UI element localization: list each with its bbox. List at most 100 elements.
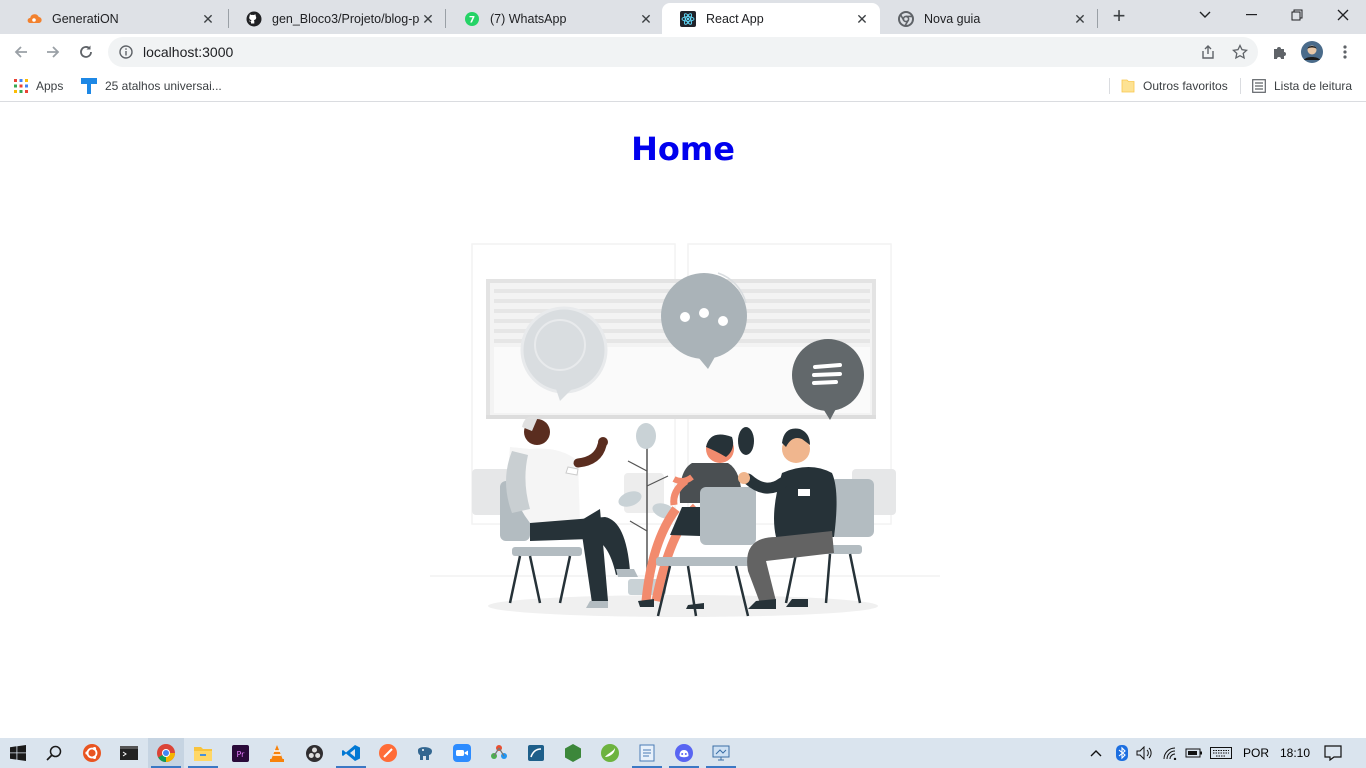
new-tab-button[interactable]: + — [1108, 5, 1130, 28]
taskbar-zoom[interactable] — [444, 738, 480, 768]
taskbar-remote-desktop[interactable] — [703, 738, 739, 768]
bookmark-shortcuts[interactable]: 25 atalhos universai... — [81, 76, 222, 96]
restore-button[interactable] — [1274, 0, 1320, 30]
battery-icon — [1185, 748, 1202, 758]
reload-button[interactable] — [72, 38, 100, 66]
arrow-right-icon — [47, 46, 60, 58]
git-icon — [491, 745, 507, 759]
keyboard-tray[interactable] — [1210, 738, 1232, 768]
taskbar-vlc[interactable] — [259, 738, 295, 768]
tab-title: gen_Bloco3/Projeto/blog-pe — [272, 11, 420, 26]
avatar — [1301, 41, 1323, 63]
terminal-icon — [120, 746, 138, 760]
clock[interactable]: 18:10 — [1280, 738, 1310, 768]
keyboard-icon — [1210, 747, 1232, 759]
windows-taskbar: Pr POR 18:10 — [0, 738, 1366, 768]
search-button[interactable] — [36, 738, 72, 768]
taskbar-ubuntu[interactable] — [74, 738, 110, 768]
taskbar-chrome[interactable] — [148, 738, 184, 768]
team-conversation-illustration — [430, 243, 940, 617]
discord-icon — [675, 744, 693, 762]
taskbar-obs[interactable] — [296, 738, 332, 768]
bookmark-apps[interactable]: Apps — [14, 76, 63, 96]
bluetooth-tray[interactable] — [1116, 738, 1128, 768]
folder-icon — [194, 747, 212, 761]
tray-chevron[interactable] — [1090, 738, 1102, 768]
bookmark-other-favorites[interactable]: Outros favoritos — [1121, 76, 1228, 96]
browser-toolbar: localhost:3000 — [0, 34, 1366, 70]
tab-strip: GeneratiON ✕ gen_Bloco3/Projeto/blog-pe … — [0, 0, 1366, 34]
tab-divider — [1097, 9, 1098, 28]
taskbar-postgres[interactable] — [407, 738, 443, 768]
tab-nova-guia[interactable]: Nova guia ✕ — [880, 3, 1098, 34]
bookmarks-bar: Apps 25 atalhos universai... Outros favo… — [0, 70, 1366, 102]
taskbar-notepad[interactable] — [629, 738, 665, 768]
tab-whatsapp[interactable]: 7 (7) WhatsApp ✕ — [446, 3, 664, 34]
taskbar-vscode[interactable] — [333, 738, 369, 768]
windows-logo-icon — [10, 745, 26, 761]
volume-tray[interactable] — [1136, 738, 1154, 768]
close-icon[interactable]: ✕ — [420, 11, 436, 27]
back-button[interactable] — [7, 38, 35, 66]
taskbar-mysql[interactable] — [518, 738, 554, 768]
info-icon[interactable] — [119, 45, 133, 59]
close-icon[interactable]: ✕ — [638, 11, 654, 27]
close-icon[interactable]: ✕ — [854, 11, 870, 27]
chevron-up-icon — [1090, 750, 1102, 757]
tab-title: React App — [706, 11, 764, 26]
language-indicator[interactable]: POR — [1243, 738, 1269, 768]
menu-button[interactable] — [1331, 38, 1359, 66]
chevron-down-icon — [1199, 11, 1211, 18]
taskbar-terminal[interactable] — [111, 738, 147, 768]
reading-list-button[interactable]: Lista de leitura — [1252, 76, 1352, 96]
tab-search-button[interactable] — [1182, 0, 1228, 30]
battery-tray[interactable] — [1185, 738, 1203, 768]
vscode-icon — [342, 745, 360, 761]
taskbar-spring[interactable] — [592, 738, 628, 768]
arrow-left-icon — [14, 46, 27, 58]
bookmark-divider — [1240, 78, 1241, 94]
star-icon[interactable] — [1232, 44, 1248, 60]
url-text[interactable]: localhost:3000 — [143, 44, 233, 60]
tab-title: (7) WhatsApp — [490, 11, 567, 26]
taskbar-file-explorer[interactable] — [185, 738, 221, 768]
chrome-icon — [898, 10, 914, 27]
notifications-button[interactable] — [1324, 738, 1342, 768]
page-title: Home — [631, 130, 735, 168]
tab-github[interactable]: gen_Bloco3/Projeto/blog-pe ✕ — [228, 3, 446, 34]
bluetooth-icon — [1116, 745, 1128, 761]
reading-list-icon — [1252, 79, 1266, 93]
taskbar-postman[interactable] — [370, 738, 406, 768]
tab-title: GeneratiON — [52, 11, 119, 26]
premiere-icon: Pr — [231, 744, 249, 762]
apps-grid-icon — [14, 79, 28, 93]
reload-icon — [80, 45, 92, 58]
address-bar[interactable]: localhost:3000 — [108, 37, 1258, 67]
tab-generation[interactable]: GeneratiON ✕ — [8, 3, 226, 34]
close-icon[interactable]: ✕ — [1072, 11, 1088, 27]
kebab-menu-icon — [1343, 45, 1347, 59]
close-window-button[interactable] — [1320, 0, 1366, 30]
share-icon[interactable] — [1200, 44, 1216, 60]
taskbar-premiere[interactable]: Pr — [222, 738, 258, 768]
start-button[interactable] — [0, 738, 36, 768]
bookmark-label: Outros favoritos — [1143, 79, 1228, 93]
elephant-icon — [418, 747, 432, 760]
restore-icon — [1291, 9, 1303, 21]
profile-button[interactable] — [1298, 38, 1326, 66]
taskbar-nodejs[interactable] — [555, 738, 591, 768]
notepad-icon — [639, 744, 655, 762]
tab-react-app[interactable]: React App ✕ — [662, 3, 880, 34]
forward-button[interactable] — [39, 38, 67, 66]
chrome-icon — [157, 744, 175, 762]
close-icon[interactable]: ✕ — [200, 11, 216, 27]
extensions-button[interactable] — [1266, 38, 1294, 66]
minimize-button[interactable] — [1228, 0, 1274, 30]
network-tray[interactable] — [1162, 738, 1178, 768]
tab-title: Nova guia — [924, 11, 981, 26]
taskbar-git[interactable] — [481, 738, 517, 768]
monitor-icon — [712, 745, 730, 761]
svg-text:7: 7 — [469, 15, 475, 25]
speaker-icon — [1136, 746, 1152, 760]
taskbar-discord[interactable] — [666, 738, 702, 768]
